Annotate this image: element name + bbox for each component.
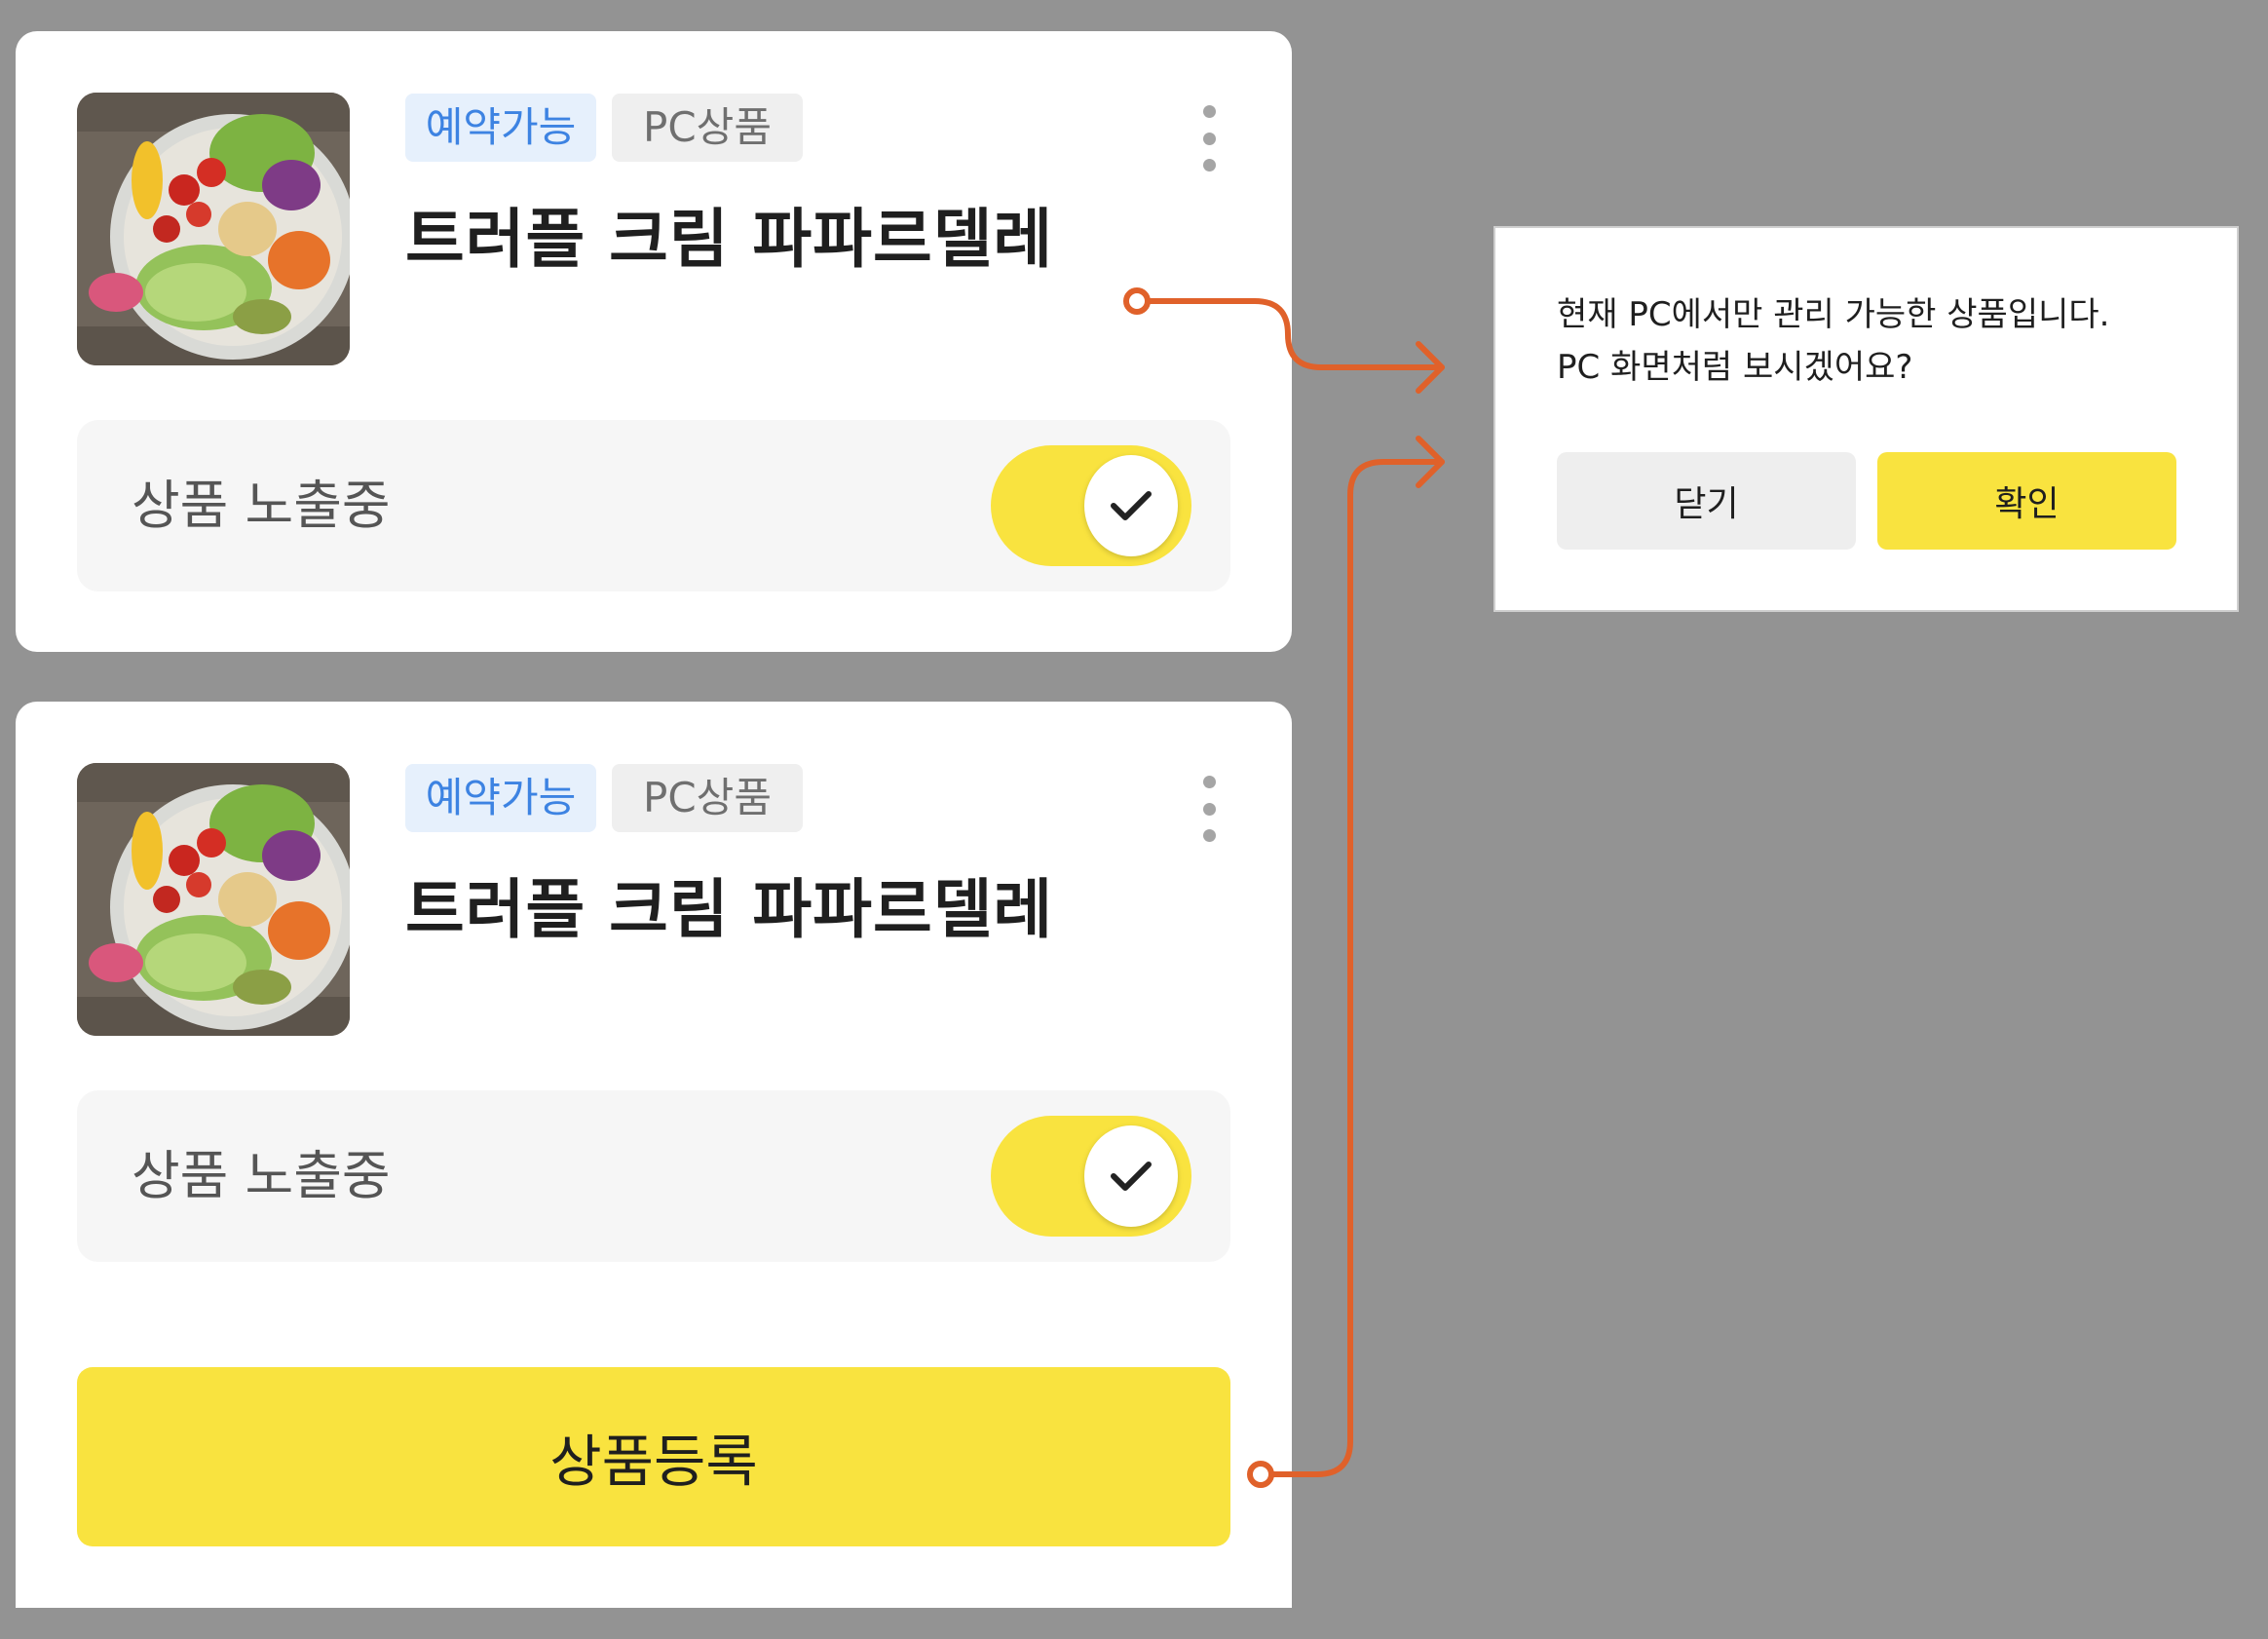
tag-reservable: 예약가능 [405,764,596,832]
expose-toggle[interactable] [991,1116,1191,1237]
product-title: 트러플 크림 파파르델레 [405,872,1054,947]
check-icon [1111,1162,1152,1191]
food-bowl-image [77,93,350,365]
dialog-message: 현재 PC에서만 관리 가능한 상품입니다. PC 화면처럼 보시겠어요? [1557,288,2219,394]
dialog-message-line1: 현재 PC에서만 관리 가능한 상품입니다. [1557,295,2110,334]
expose-toggle[interactable] [991,445,1191,566]
more-vertical-icon[interactable] [1185,770,1233,848]
expose-row: 상품 노출중 [77,1090,1230,1262]
tag-pc-product: PC상품 [612,94,803,162]
product-card-1: 예약가능 PC상품 트러플 크림 파파르델레 상품 노출중 [16,31,1292,652]
dialog-close-button[interactable]: 닫기 [1557,452,1856,550]
flow-arrow-register-to-dialog [1264,459,1445,1477]
toggle-knob [1084,455,1178,556]
arrowhead-2 [1416,436,1445,488]
expose-row: 상품 노출중 [77,420,1230,591]
more-vertical-icon[interactable] [1185,99,1233,177]
register-product-button[interactable]: 상품등록 [77,1367,1230,1546]
dialog-message-line2: PC 화면처럼 보시겠어요? [1557,348,1913,387]
product-thumbnail [77,93,350,365]
product-card-2: 예약가능 PC상품 트러플 크림 파파르델레 상품 노출중 상품등록 [16,702,1292,1608]
food-bowl-image [77,763,350,1036]
tag-reservable: 예약가능 [405,94,596,162]
arrowhead-1 [1416,341,1445,394]
check-icon [1111,491,1152,520]
pc-only-dialog: 현재 PC에서만 관리 가능한 상품입니다. PC 화면처럼 보시겠어요? 닫기… [1493,226,2239,612]
toggle-knob [1084,1125,1178,1227]
product-thumbnail [77,763,350,1036]
tag-pc-product: PC상품 [612,764,803,832]
expose-label: 상품 노출중 [132,475,391,536]
expose-label: 상품 노출중 [132,1145,391,1206]
product-title: 트러플 크림 파파르델레 [405,202,1054,277]
dialog-confirm-button[interactable]: 확인 [1877,452,2176,550]
